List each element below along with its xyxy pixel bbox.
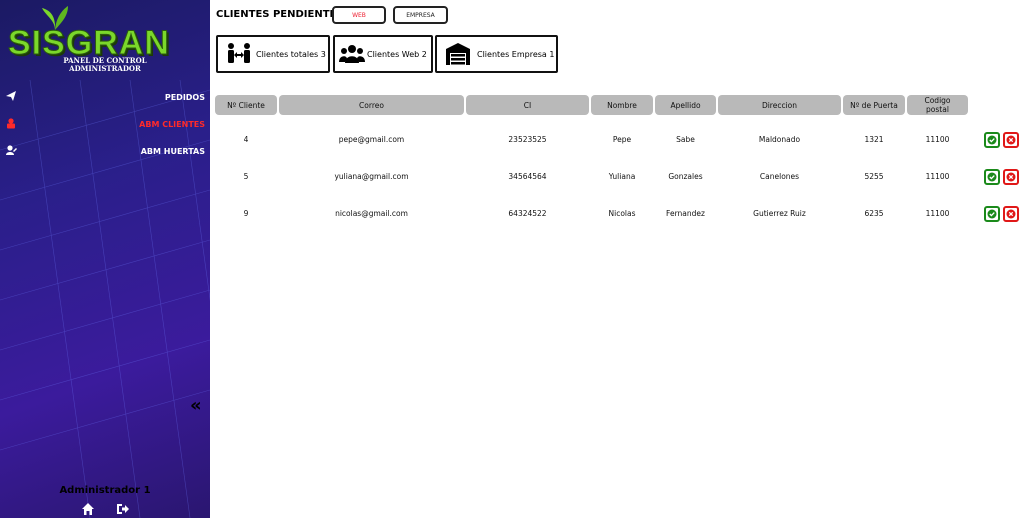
cell-ci: 23523525 (508, 135, 547, 144)
cell-nombre: Nicolas (608, 209, 636, 218)
sidebar-item-label: PEDIDOS (164, 92, 205, 102)
card-label: Clientes Web 2 (367, 49, 427, 59)
cell-direccion: Gutierrez Ruiz (753, 209, 806, 218)
column-header: Apellido (655, 95, 716, 115)
role-subtitle: ADMINISTRADOR (69, 64, 141, 73)
cell-client-number: 4 (243, 135, 249, 144)
logout-icon[interactable] (116, 502, 130, 516)
sidebar-item-pedidos[interactable]: PEDIDOS (0, 88, 210, 106)
cell-client-number: 5 (243, 172, 249, 181)
cell-email: nicolas@gmail.com (335, 209, 408, 218)
user-lock-icon (7, 118, 15, 129)
double-chevron-left-icon[interactable]: « (190, 395, 202, 416)
check-circle-icon (987, 209, 997, 219)
column-header: Codigo postal (907, 95, 968, 115)
cell-puerta: 5255 (864, 172, 884, 181)
column-header: CI (466, 95, 589, 115)
reject-button[interactable] (1003, 132, 1019, 148)
paper-plane-icon (6, 91, 16, 101)
cell-apellido: Fernandez (666, 209, 705, 218)
cell-client-number: 9 (243, 209, 249, 218)
cell-puerta: 6235 (864, 209, 884, 218)
filter-empresa-button[interactable]: EMPRESA (393, 6, 448, 24)
cell-apellido: Sabe (676, 135, 695, 144)
cell-codigo-postal: 11100 (925, 172, 950, 181)
sidebar: SISGRAN PANEL DE CONTROL ADMINISTRADOR P… (0, 0, 210, 518)
card-label: Clientes totales 3 (256, 49, 326, 59)
cell-email: yuliana@gmail.com (334, 172, 409, 181)
column-header: Nombre (591, 95, 653, 115)
approve-button[interactable] (984, 169, 1000, 185)
cell-apellido: Gonzales (668, 172, 703, 181)
card-clientes-empresa[interactable]: Clientes Empresa 1 (435, 35, 558, 73)
cell-direccion: Canelones (759, 172, 800, 181)
cell-email: pepe@gmail.com (338, 135, 405, 144)
filter-web-button[interactable]: WEB (332, 6, 386, 24)
home-icon[interactable] (81, 502, 95, 516)
people-arrows-icon (228, 43, 250, 63)
cell-nombre: Pepe (612, 135, 632, 144)
sidebar-item-abm-huertas[interactable]: ABM HUERTAS (0, 142, 210, 160)
users-icon (339, 45, 365, 63)
approve-button[interactable] (984, 132, 1000, 148)
x-circle-icon (1006, 209, 1016, 219)
cell-nombre: Yuliana (608, 172, 636, 181)
approve-button[interactable] (984, 206, 1000, 222)
admin-name: Administrador 1 (59, 485, 151, 496)
column-header: Nº Cliente (215, 95, 277, 115)
background-grid (0, 79, 210, 518)
sidebar-item-label: ABM HUERTAS (140, 146, 205, 156)
column-header: Nº de Puerta (843, 95, 905, 115)
reject-button[interactable] (1003, 169, 1019, 185)
check-circle-icon (987, 172, 997, 182)
sidebar-item-label: ABM CLIENTES (139, 119, 205, 129)
card-clientes-totales[interactable]: Clientes totales 3 (216, 35, 330, 73)
cell-puerta: 1321 (864, 135, 884, 144)
check-circle-icon (987, 135, 997, 145)
main-content: CLIENTES PENDIENTES : WEB EMPRESA Client… (210, 0, 1024, 518)
cell-ci: 64324522 (508, 209, 547, 218)
reject-button[interactable] (1003, 206, 1019, 222)
x-circle-icon (1006, 172, 1016, 182)
cell-ci: 34564564 (508, 172, 547, 181)
column-header: Direccion (718, 95, 841, 115)
warehouse-icon (446, 43, 470, 65)
sidebar-item-abm-clientes[interactable]: ABM CLIENTES (0, 115, 210, 133)
cell-direccion: Maldonado (758, 135, 801, 144)
user-edit-icon (6, 145, 17, 155)
card-label: Clientes Empresa 1 (477, 49, 555, 59)
cell-codigo-postal: 11100 (925, 135, 950, 144)
card-clientes-web[interactable]: Clientes Web 2 (333, 35, 433, 73)
cell-codigo-postal: 11100 (925, 209, 950, 218)
x-circle-icon (1006, 135, 1016, 145)
page-title: CLIENTES PENDIENTES : (216, 9, 352, 20)
column-header: Correo (279, 95, 464, 115)
